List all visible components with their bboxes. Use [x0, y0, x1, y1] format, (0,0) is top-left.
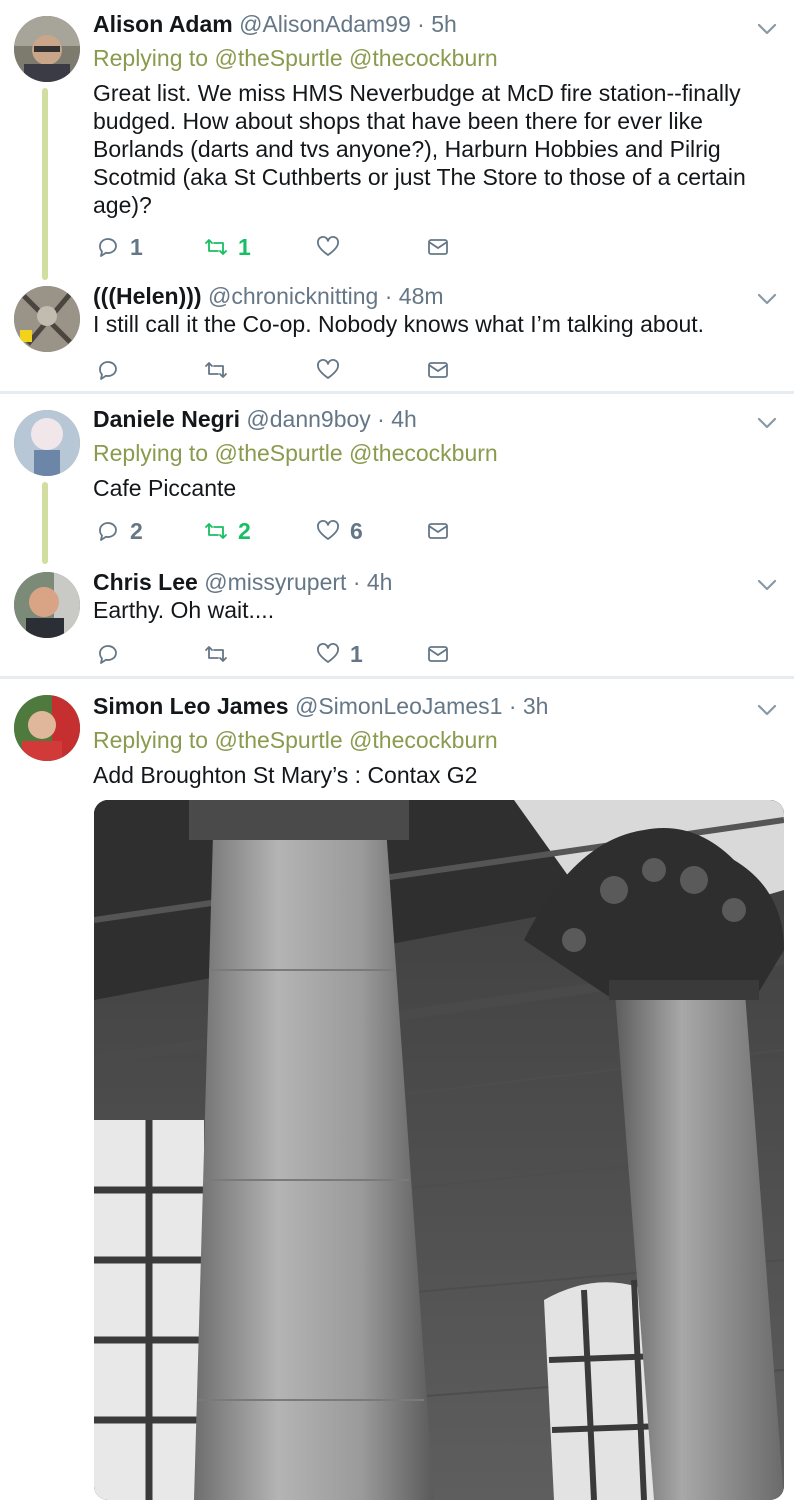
retweet-icon [205, 362, 227, 378]
retweet-count: 2 [238, 517, 251, 544]
like-button[interactable]: 6 [316, 516, 363, 546]
retweet-count: 1 [238, 233, 251, 260]
tweet-text: I still call it the Co-op. Nobody knows … [93, 311, 705, 337]
author-handle[interactable]: @chronicknitting [208, 283, 378, 309]
like-count: 1 [350, 640, 363, 667]
avatar[interactable] [14, 286, 80, 352]
reply-icon [99, 238, 117, 257]
tweet-text: Add Broughton St Mary’s : Contax G2 [93, 762, 478, 788]
message-icon [428, 362, 448, 378]
message-button[interactable] [426, 355, 450, 385]
author-name[interactable]: Alison Adam [93, 11, 233, 37]
tweet-text: Cafe Piccante [93, 475, 237, 501]
timestamp[interactable]: · 48m [385, 283, 444, 309]
replying-to-handles[interactable]: @theSpurtle @thecockburn [214, 440, 497, 466]
author-name[interactable]: Chris Lee [93, 569, 198, 595]
like-icon [317, 236, 339, 256]
reply-icon [99, 645, 117, 664]
message-icon [428, 646, 448, 662]
window-left [94, 1120, 204, 1500]
chevron-down-icon[interactable] [756, 574, 778, 596]
tweet-daniele-negri: Daniele Negri @dann9boy · 4h Replying to… [0, 394, 794, 564]
message-button[interactable] [426, 232, 450, 262]
author-handle[interactable]: @SimonLeoJames1 [295, 693, 502, 719]
like-icon [317, 520, 339, 540]
reply-button[interactable] [96, 355, 130, 385]
tweet-text: Great list. We miss HMS Neverbudge at Mc… [93, 80, 746, 218]
avatar[interactable] [14, 695, 80, 761]
thread-line [42, 88, 48, 280]
author-name[interactable]: Simon Leo James [93, 693, 289, 719]
like-icon [317, 359, 339, 379]
tweet-helen: (((Helen))) @chronicknitting · 48m I sti… [0, 270, 794, 392]
chevron-down-icon[interactable] [756, 288, 778, 310]
chevron-down-icon[interactable] [756, 18, 778, 40]
like-button[interactable]: 1 [316, 639, 363, 669]
tweet-alison-adam: Alison Adam @AlisonAdam99 · 5h Replying … [0, 0, 794, 280]
chevron-down-icon[interactable] [756, 699, 778, 721]
timestamp[interactable]: · 5h [417, 11, 457, 37]
message-button[interactable] [426, 516, 450, 546]
author-handle[interactable]: @AlisonAdam99 [239, 11, 411, 37]
retweet-icon [205, 523, 227, 539]
reply-button[interactable]: 2 [96, 516, 143, 546]
replying-to-label: Replying to [93, 45, 209, 71]
avatar[interactable] [14, 572, 80, 638]
reply-count: 2 [130, 517, 143, 544]
avatar[interactable] [14, 410, 80, 476]
replying-to-label: Replying to [93, 440, 209, 466]
message-icon [428, 523, 448, 539]
timestamp[interactable]: · 4h [377, 406, 417, 432]
like-icon [317, 643, 339, 663]
reply-button[interactable]: 1 [96, 232, 143, 262]
retweet-button[interactable] [204, 639, 238, 669]
replying-to-handles[interactable]: @theSpurtle @thecockburn [214, 727, 497, 753]
avatar[interactable] [14, 16, 80, 82]
message-icon [428, 239, 448, 255]
like-count: 6 [350, 517, 363, 544]
author-handle[interactable]: @dann9boy [246, 406, 370, 432]
replying-to-label: Replying to [93, 727, 209, 753]
reply-button[interactable] [96, 639, 130, 669]
author-name[interactable]: Daniele Negri [93, 406, 240, 432]
retweet-icon [205, 239, 227, 255]
reply-count: 1 [130, 233, 143, 260]
retweet-button[interactable]: 2 [204, 516, 251, 546]
retweet-icon [205, 646, 227, 662]
timestamp[interactable]: · 3h [509, 693, 549, 719]
retweet-button[interactable]: 1 [204, 232, 251, 262]
like-button[interactable] [316, 232, 350, 262]
reply-icon [99, 522, 117, 541]
message-button[interactable] [426, 639, 450, 669]
tweet-chris-lee: Chris Lee @missyrupert · 4h Earthy. Oh w… [0, 564, 794, 676]
thread-line [42, 482, 48, 564]
reply-icon [99, 361, 117, 380]
tweet-text: Earthy. Oh wait.... [93, 597, 275, 623]
timestamp[interactable]: · 4h [353, 569, 393, 595]
author-handle[interactable]: @missyrupert [204, 569, 346, 595]
chevron-down-icon[interactable] [756, 412, 778, 434]
replying-to-handles[interactable]: @theSpurtle @thecockburn [214, 45, 497, 71]
like-button[interactable] [316, 355, 350, 385]
author-name[interactable]: (((Helen))) [93, 283, 202, 309]
tweet-photo[interactable] [94, 800, 784, 1500]
retweet-button[interactable] [204, 355, 238, 385]
